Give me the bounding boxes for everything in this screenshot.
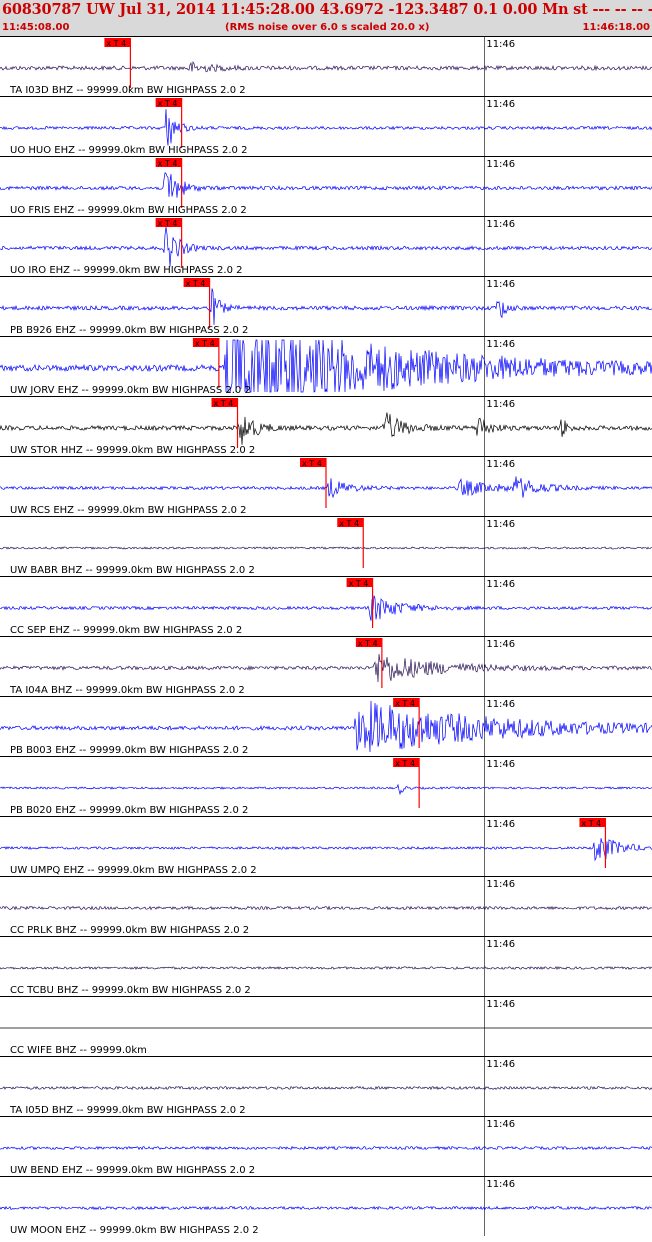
time-tick-label: 11:46 [486, 219, 515, 230]
trace-row: 11:46 x T 4 UO IRO EHZ -- 99999.0km BW HIG… [0, 216, 652, 276]
pick-label: x T 4 [106, 39, 126, 48]
pick-label: x T 4 [158, 159, 178, 168]
station-label: TA I03D BHZ -- 99999.0km BW HIGHPASS 2.0… [9, 85, 246, 96]
seismogram-plot: 11:46 x T 4 TA I03D BHZ -- 99999.0km BW HI… [0, 36, 652, 1236]
waveform-line [0, 60, 652, 73]
trace-row: 11:46 UW MOON EHZ -- 99999.0km BW HIGHPAS… [0, 1176, 652, 1236]
time-tick-label: 11:46 [486, 939, 515, 950]
trace-row: 11:46 CC WIFE BHZ -- 99999.0km [0, 996, 652, 1056]
time-tick-label: 11:46 [486, 279, 515, 290]
noise-note: (RMS noise over 6.0 s scaled 20.0 x) [225, 22, 430, 33]
time-tick-label: 11:46 [486, 699, 515, 710]
trace-row: 11:46 x T 4 UW STOR HHZ -- 99999.0km BW HI… [0, 396, 652, 456]
trace-row: 11:46 x T 4 PB B926 EHZ -- 99999.0km BW HI… [0, 276, 652, 336]
trace-row: 11:46 UW BEND EHZ -- 99999.0km BW HIGHPAS… [0, 1116, 652, 1176]
trace-row: 11:46 x T 4 UO FRIS EHZ -- 99999.0km BW HI… [0, 156, 652, 216]
waveform-line [0, 653, 652, 683]
pick-label: x T 4 [195, 339, 215, 348]
waveform-line [0, 1205, 652, 1211]
station-label: UO HUO EHZ -- 99999.0km BW HIGHPASS 2.0 … [10, 145, 247, 156]
station-label: UW STOR HHZ -- 99999.0km BW HIGHPASS 2.0… [10, 445, 255, 456]
time-tick-label: 11:46 [486, 399, 515, 410]
waveform-line [0, 109, 652, 146]
trace-row: 11:46 TA I05D BHZ -- 99999.0km BW HIGHPAS… [0, 1056, 652, 1116]
pick-label: x T 4 [349, 579, 369, 588]
trace-row: 11:46 x T 4 UW RCS EHZ -- 99999.0km BW HIG… [0, 456, 652, 516]
pick-label: x T 4 [581, 819, 601, 828]
station-label: UW RCS EHZ -- 99999.0km BW HIGHPASS 2.0 … [10, 505, 247, 516]
time-tick-label: 11:46 [486, 99, 515, 110]
waveform-line [0, 226, 652, 267]
time-tick-label: 11:46 [486, 879, 515, 890]
station-label: PB B020 EHZ -- 99999.0km BW HIGHPASS 2.0… [10, 805, 248, 816]
waveform-line [0, 783, 652, 796]
time-tick-label: 11:46 [486, 759, 515, 770]
station-label: PB B003 EHZ -- 99999.0km BW HIGHPASS 2.0… [10, 745, 248, 756]
waveform-line [0, 546, 652, 550]
trace-row: 11:46 x T 4 PB B003 EHZ -- 99999.0km BW HI… [0, 696, 652, 756]
station-label: UW BABR BHZ -- 99999.0km BW HIGHPASS 2.0… [10, 565, 255, 576]
trace-row: 11:46 x T 4 TA I03D BHZ -- 99999.0km BW HI… [0, 36, 652, 96]
time-tick-label: 11:46 [486, 639, 515, 650]
pick-label: x T 4 [395, 699, 415, 708]
waveform-line [0, 838, 652, 862]
time-tick-label: 11:46 [486, 1059, 515, 1070]
trace-row: 11:46 x T 4 TA I04A BHZ -- 99999.0km BW HI… [0, 636, 652, 696]
station-label: UW JORV EHZ -- 99999.0km BW HIGHPASS 2.0… [10, 385, 251, 396]
station-label: TA I05D BHZ -- 99999.0km BW HIGHPASS 2.0… [9, 1105, 246, 1116]
trace-row: 11:46 CC TCBU BHZ -- 99999.0km BW HIGHPAS… [0, 936, 652, 996]
time-tick-label: 11:46 [486, 999, 515, 1010]
station-label: UO IRO EHZ -- 99999.0km BW HIGHPASS 2.0 … [10, 265, 243, 276]
time-tick-label: 11:46 [486, 339, 515, 350]
time-tick-label: 11:46 [486, 459, 515, 470]
trace-row: 11:46 x T 4 UO HUO EHZ -- 99999.0km BW HIG… [0, 96, 652, 156]
trace-row: 11:46 x T 4 UW JORV EHZ -- 99999.0km BW HI… [0, 336, 652, 396]
waveform-line [0, 288, 652, 325]
waveform-line [0, 595, 652, 621]
time-tick-label: 11:46 [486, 1119, 515, 1130]
pick-label: x T 4 [339, 519, 359, 528]
station-label: UW BEND EHZ -- 99999.0km BW HIGHPASS 2.0… [10, 1165, 255, 1176]
pick-label: x T 4 [358, 639, 378, 648]
time-bar: 11:45:08.00 (RMS noise over 6.0 s scaled… [0, 22, 652, 36]
station-label: UW UMPQ EHZ -- 99999.0km BW HIGHPASS 2.0… [10, 865, 257, 876]
start-time: 11:45:08.00 [2, 22, 70, 33]
station-label: PB B926 EHZ -- 99999.0km BW HIGHPASS 2.0… [10, 325, 248, 336]
trace-row: 11:46 x T 4 PB B020 EHZ -- 99999.0km BW HI… [0, 756, 652, 816]
time-tick-label: 11:46 [486, 519, 515, 530]
station-label: CC SEP EHZ -- 99999.0km BW HIGHPASS 2.0 … [10, 625, 242, 636]
waveform-line [0, 905, 652, 911]
pick-label: x T 4 [214, 399, 234, 408]
pick-label: x T 4 [395, 759, 415, 768]
time-tick-label: 11:46 [486, 819, 515, 830]
time-tick-label: 11:46 [486, 159, 515, 170]
pick-label: x T 4 [302, 459, 322, 468]
end-time: 11:46:18.00 [582, 22, 650, 33]
header-bar: 60830787 UW Jul 31, 2014 11:45:28.00 43.… [0, 0, 652, 22]
station-label: UW MOON EHZ -- 99999.0km BW HIGHPASS 2.0… [10, 1225, 259, 1236]
waveform-line [0, 1145, 652, 1151]
station-label: CC TCBU BHZ -- 99999.0km BW HIGHPASS 2.0… [10, 985, 251, 996]
event-title: 60830787 UW Jul 31, 2014 11:45:28.00 43.… [2, 1, 652, 18]
waveform-line [0, 172, 652, 198]
trace-row: 11:46 x T 4 UW UMPQ EHZ -- 99999.0km BW HI… [0, 816, 652, 876]
waveform-line [0, 412, 652, 445]
pick-label: x T 4 [158, 219, 178, 228]
station-label: UO FRIS EHZ -- 99999.0km BW HIGHPASS 2.0… [10, 205, 247, 216]
time-tick-label: 11:46 [486, 579, 515, 590]
trace-row: 11:46 CC PRLK BHZ -- 99999.0km BW HIGHPAS… [0, 876, 652, 936]
station-label: CC PRLK BHZ -- 99999.0km BW HIGHPASS 2.0… [10, 925, 249, 936]
station-label: TA I04A BHZ -- 99999.0km BW HIGHPASS 2.0… [9, 685, 245, 696]
waveform-line [0, 965, 652, 971]
trace-row: 11:46 x T 4 UW BABR BHZ -- 99999.0km BW HI… [0, 516, 652, 576]
time-tick-label: 11:46 [486, 1179, 515, 1190]
time-tick-label: 11:46 [486, 39, 515, 50]
station-label: CC WIFE BHZ -- 99999.0km [10, 1045, 147, 1056]
pick-label: x T 4 [186, 279, 206, 288]
trace-row: 11:46 x T 4 CC SEP EHZ -- 99999.0km BW HIG… [0, 576, 652, 636]
seismogram-panel: 11:46 x T 4 TA I03D BHZ -- 99999.0km BW HI… [0, 36, 652, 1238]
waveform-line [0, 1085, 652, 1091]
pick-label: x T 4 [158, 99, 178, 108]
